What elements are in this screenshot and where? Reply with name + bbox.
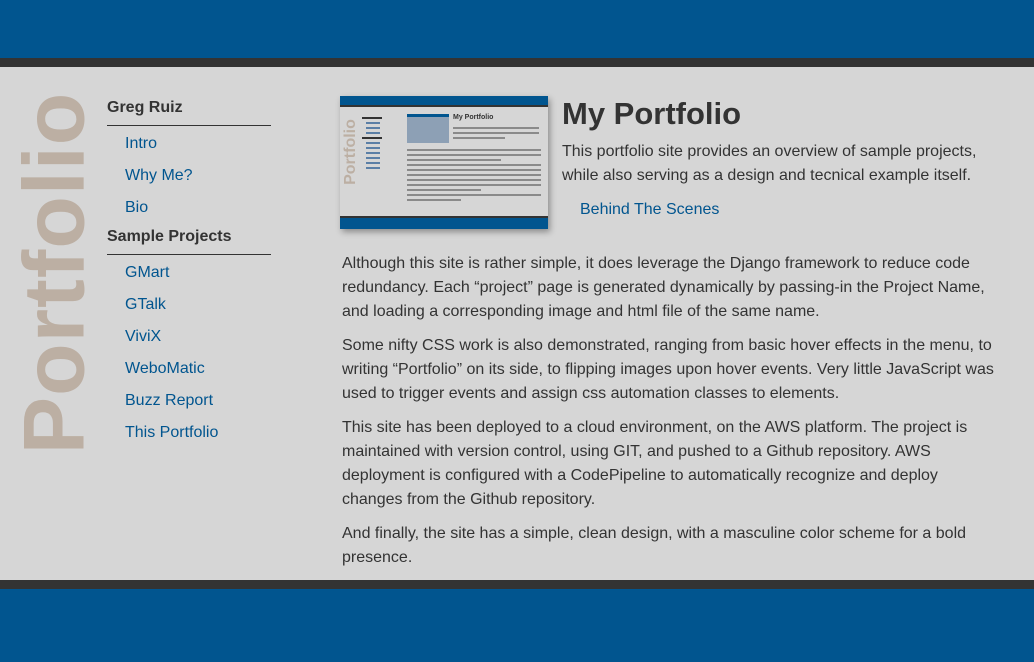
thumbnail-title: My Portfolio [453, 114, 494, 121]
menu-item-vivix[interactable]: ViviX [107, 321, 271, 353]
thumbnail-intro-lines [453, 124, 539, 139]
menu-item-gtalk[interactable]: GTalk [107, 289, 271, 321]
menu-item-buzz-report[interactable]: Buzz Report [107, 385, 271, 417]
description-body: Although this site is rather simple, it … [342, 252, 1002, 580]
menu-item-this-portfolio[interactable]: This Portfolio [107, 417, 271, 449]
page-title: My Portfolio [562, 96, 742, 131]
vertical-title-text: Portfolio [6, 91, 102, 455]
menu-item-why-me[interactable]: Why Me? [107, 160, 271, 192]
thumbnail-screenshot [407, 114, 449, 143]
sidebar-menu: Greg Ruiz Intro Why Me? Bio Sample Proje… [107, 99, 271, 449]
menu-section-about: Intro Why Me? Bio [107, 128, 271, 224]
paragraph-design: And finally, the site has a simple, clea… [342, 525, 967, 566]
header-bar [0, 0, 1034, 58]
thumbnail-header-bar [340, 96, 548, 105]
menu-heading-sample-projects: Sample Projects [107, 228, 271, 255]
behind-the-scenes-link[interactable]: Behind The Scenes [580, 198, 719, 222]
paragraph-django: Although this site is rather simple, it … [342, 255, 985, 320]
header-rule [0, 58, 1034, 67]
menu-item-intro[interactable]: Intro [107, 128, 271, 160]
thumbnail-side-text: Portfolio [342, 119, 360, 185]
paragraph-css: Some nifty CSS work is also demonstrated… [342, 337, 994, 402]
menu-item-bio[interactable]: Bio [107, 192, 271, 224]
menu-section-projects: GMart GTalk ViviX WeboMatic Buzz Report … [107, 257, 271, 449]
paragraph-aws: This site has been deployed to a cloud e… [342, 419, 968, 508]
menu-heading-greg-ruiz: Greg Ruiz [107, 99, 271, 126]
thumbnail-vertical-title: Portfolio [342, 112, 360, 192]
vertical-portfolio-title: Portfolio [6, 92, 102, 455]
thumbnail-menu [362, 114, 396, 169]
menu-item-gmart[interactable]: GMart [107, 257, 271, 289]
thumbnail-footer-bar [340, 218, 548, 229]
project-thumbnail-image[interactable]: Portfolio My Portfolio [340, 96, 548, 229]
footer-bar [0, 589, 1034, 662]
intro-text: This portfolio site provides an overview… [562, 143, 977, 184]
thumbnail-body-lines [407, 146, 541, 201]
footer-rule [0, 580, 1034, 589]
thumbnail-header-rule [340, 105, 548, 107]
menu-item-webomatic[interactable]: WeboMatic [107, 353, 271, 385]
